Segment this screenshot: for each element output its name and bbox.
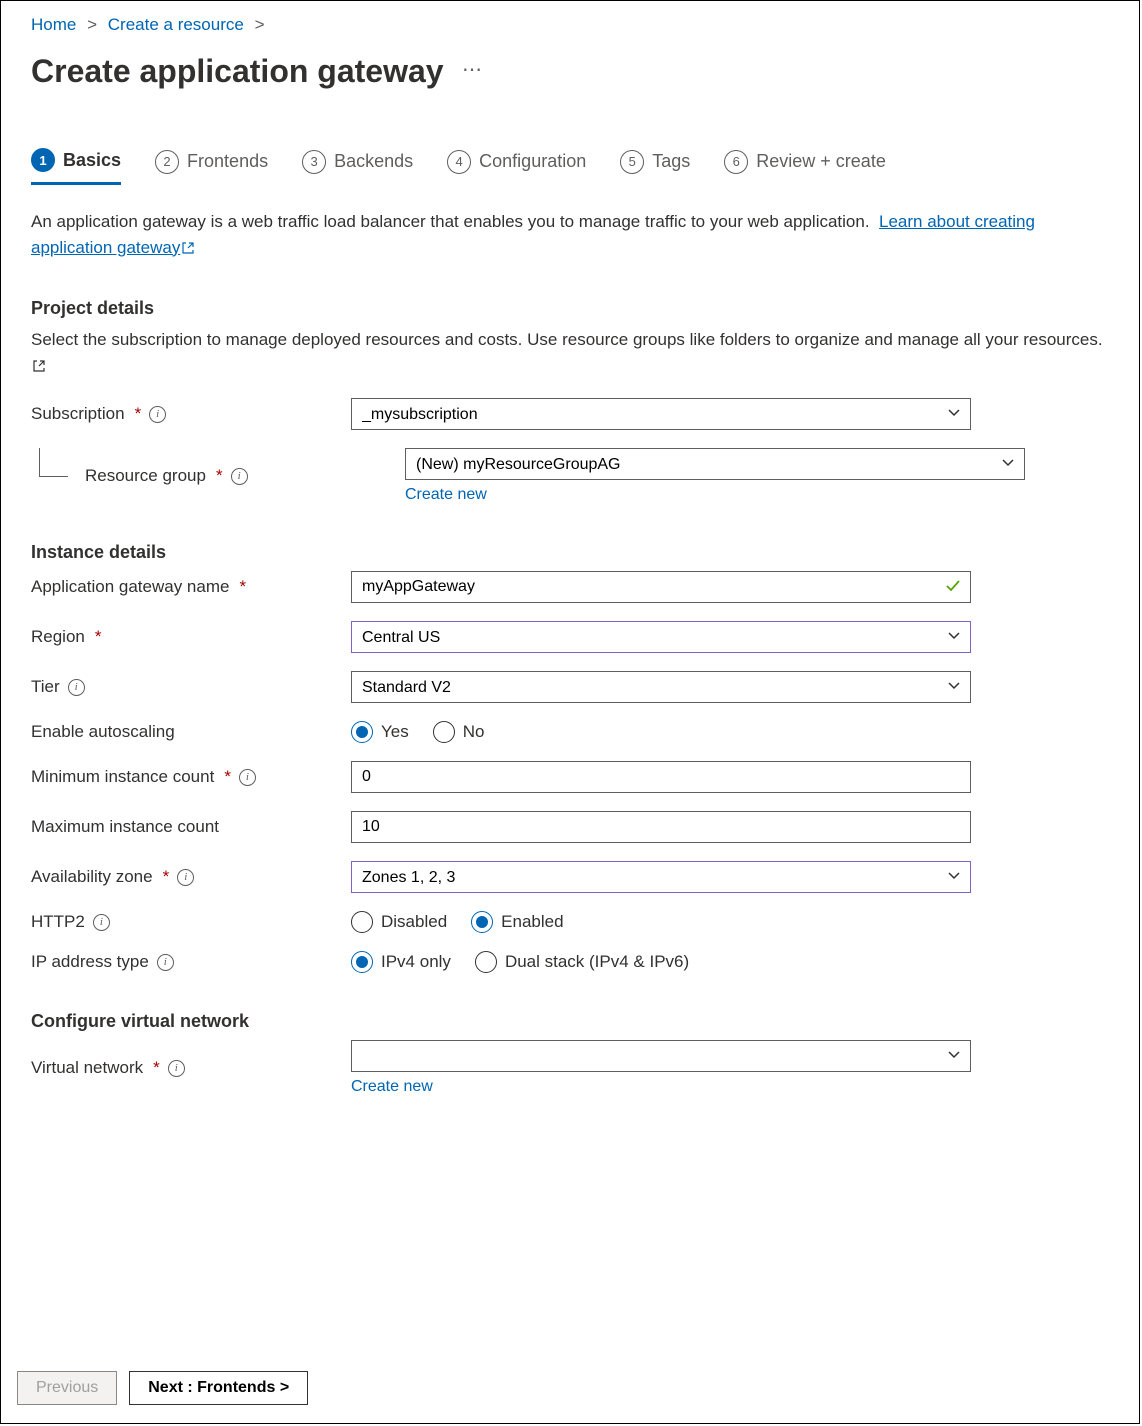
tab-label: Review + create <box>756 151 886 172</box>
tab-label: Backends <box>334 151 413 172</box>
availability-zone-select[interactable]: Zones 1, 2, 3 <box>351 861 971 893</box>
ip-type-label: IP address type i <box>31 952 351 972</box>
tab-frontends[interactable]: 2 Frontends <box>155 150 268 184</box>
min-instance-input[interactable] <box>351 761 971 793</box>
breadcrumb: Home > Create a resource > <box>31 15 1109 35</box>
wizard-tabs: 1 Basics 2 Frontends 3 Backends 4 Config… <box>31 148 1109 185</box>
min-instance-label: Minimum instance count* i <box>31 767 351 787</box>
info-icon[interactable]: i <box>149 406 166 423</box>
info-icon[interactable]: i <box>157 954 174 971</box>
region-label: Region* <box>31 627 351 647</box>
subscription-select[interactable]: _mysubscription <box>351 398 971 430</box>
section-instance-details: Instance details <box>31 542 1109 563</box>
tab-review-create[interactable]: 6 Review + create <box>724 150 886 184</box>
radio-icon <box>475 951 497 973</box>
app-gateway-name-input[interactable] <box>351 571 971 603</box>
project-details-desc: Select the subscription to manage deploy… <box>31 327 1109 378</box>
tab-step-number: 4 <box>447 150 471 174</box>
radio-label: Enabled <box>501 912 563 932</box>
more-icon[interactable]: ⋯ <box>462 57 484 82</box>
info-icon[interactable]: i <box>177 869 194 886</box>
info-icon[interactable]: i <box>93 914 110 931</box>
radio-icon <box>351 911 373 933</box>
tab-backends[interactable]: 3 Backends <box>302 150 413 184</box>
http2-enabled-radio[interactable]: Enabled <box>471 911 563 933</box>
tab-step-number: 3 <box>302 150 326 174</box>
tab-label: Basics <box>63 150 121 171</box>
checkmark-icon <box>945 578 961 594</box>
ipv4-only-radio[interactable]: IPv4 only <box>351 951 451 973</box>
tab-step-number: 1 <box>31 148 55 172</box>
chevron-right-icon: > <box>255 15 265 34</box>
region-select[interactable]: Central US <box>351 621 971 653</box>
section-virtual-network: Configure virtual network <box>31 1011 1109 1032</box>
intro-body: An application gateway is a web traffic … <box>31 212 870 231</box>
http2-label: HTTP2 i <box>31 912 351 932</box>
subscription-label: Subscription* i <box>31 404 351 424</box>
next-button[interactable]: Next : Frontends > <box>129 1371 308 1405</box>
virtual-network-label: Virtual network* i <box>31 1058 351 1078</box>
info-icon[interactable]: i <box>168 1060 185 1077</box>
tab-label: Tags <box>652 151 690 172</box>
autoscaling-label: Enable autoscaling <box>31 722 351 742</box>
tab-step-number: 2 <box>155 150 179 174</box>
availability-zone-label: Availability zone* i <box>31 867 351 887</box>
resource-group-select[interactable]: (New) myResourceGroupAG <box>405 448 1025 480</box>
breadcrumb-home[interactable]: Home <box>31 15 76 34</box>
radio-icon <box>471 911 493 933</box>
chevron-right-icon: > <box>87 15 97 34</box>
intro-text: An application gateway is a web traffic … <box>31 209 1109 260</box>
tier-select[interactable]: Standard V2 <box>351 671 971 703</box>
app-gateway-name-label: Application gateway name* <box>31 577 351 597</box>
max-instance-label: Maximum instance count <box>31 817 351 837</box>
info-icon[interactable]: i <box>68 679 85 696</box>
tab-step-number: 6 <box>724 150 748 174</box>
create-new-vnet-link[interactable]: Create new <box>351 1078 433 1095</box>
create-new-rg-link[interactable]: Create new <box>405 486 487 503</box>
tab-basics[interactable]: 1 Basics <box>31 148 121 185</box>
radio-label: Yes <box>381 722 409 742</box>
resource-group-label: Resource group* i <box>31 466 405 486</box>
radio-icon <box>351 721 373 743</box>
tier-label: Tier i <box>31 677 351 697</box>
radio-icon <box>433 721 455 743</box>
external-link-icon <box>33 360 45 372</box>
max-instance-input[interactable] <box>351 811 971 843</box>
tree-connector-icon <box>39 448 68 477</box>
tab-step-number: 5 <box>620 150 644 174</box>
http2-disabled-radio[interactable]: Disabled <box>351 911 447 933</box>
tab-tags[interactable]: 5 Tags <box>620 150 690 184</box>
radio-label: IPv4 only <box>381 952 451 972</box>
radio-label: No <box>463 722 485 742</box>
previous-button: Previous <box>17 1371 117 1405</box>
external-link-icon <box>182 242 194 254</box>
radio-label: Disabled <box>381 912 447 932</box>
radio-icon <box>351 951 373 973</box>
tab-label: Frontends <box>187 151 268 172</box>
tab-configuration[interactable]: 4 Configuration <box>447 150 586 184</box>
autoscaling-no-radio[interactable]: No <box>433 721 485 743</box>
virtual-network-select[interactable] <box>351 1040 971 1072</box>
page-title: Create application gateway <box>31 53 444 90</box>
section-project-details: Project details <box>31 298 1109 319</box>
radio-label: Dual stack (IPv4 & IPv6) <box>505 952 689 972</box>
autoscaling-yes-radio[interactable]: Yes <box>351 721 409 743</box>
dual-stack-radio[interactable]: Dual stack (IPv4 & IPv6) <box>475 951 689 973</box>
breadcrumb-create-resource[interactable]: Create a resource <box>108 15 244 34</box>
tab-label: Configuration <box>479 151 586 172</box>
info-icon[interactable]: i <box>231 468 248 485</box>
info-icon[interactable]: i <box>239 769 256 786</box>
